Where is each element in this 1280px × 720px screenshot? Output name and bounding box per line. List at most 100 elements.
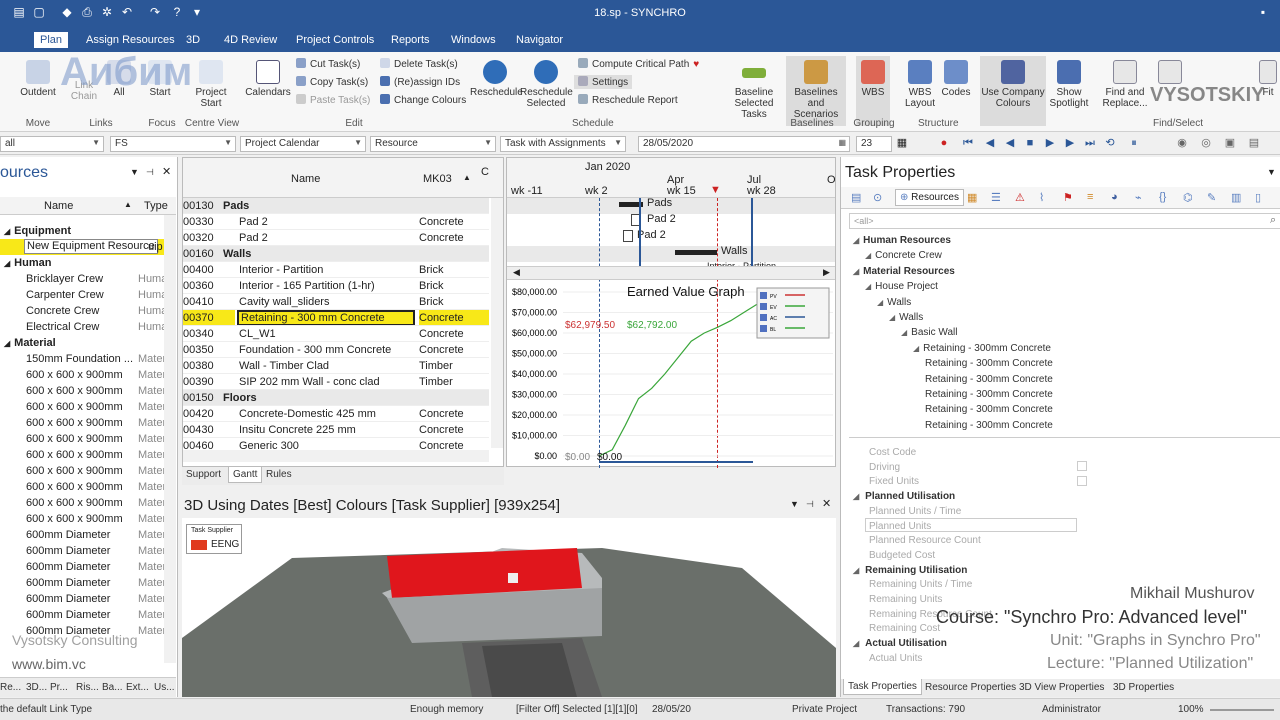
wbs-layout-button[interactable]: WBS Layout: [900, 60, 940, 109]
property-row[interactable]: Planned Resource Count: [869, 535, 981, 546]
tab-ris-short[interactable]: Ris...: [76, 682, 99, 693]
menu-plan[interactable]: Plan: [34, 32, 69, 48]
baselines-scenarios-button[interactable]: Baselines and Scenarios: [786, 56, 846, 126]
select-all-button[interactable]: [1150, 60, 1190, 87]
tab-3d-view-properties[interactable]: 3D View Properties: [1019, 682, 1104, 693]
resource-combo[interactable]: Resource ▼: [370, 136, 496, 152]
stop-icon[interactable]: ■: [1024, 137, 1036, 149]
tasks-scrollbar[interactable]: [491, 198, 503, 448]
skip-start-icon[interactable]: ⏮: [962, 137, 974, 149]
tab-pr-short[interactable]: Pr...: [50, 682, 68, 693]
resource-row-selected[interactable]: New Equipment Resource uip: [0, 239, 164, 255]
change-colours-button[interactable]: Change Colours: [380, 94, 466, 106]
tab-resources[interactable]: ⊕ Resources: [895, 189, 964, 206]
tab-resources-short[interactable]: Re...: [0, 682, 21, 693]
lock-icon[interactable]: ▣: [1224, 137, 1236, 149]
menu-assign-resources[interactable]: Assign Resources: [86, 34, 175, 46]
minimize-icon[interactable]: ▪: [1256, 5, 1270, 19]
chevron-down-icon[interactable]: ◢: [865, 251, 871, 260]
resource-row[interactable]: Concrete Crew Huma: [0, 303, 164, 319]
scroll-right-icon[interactable]: ▶: [823, 267, 830, 278]
tab-rules[interactable]: Rules: [266, 469, 292, 480]
chevron-down-icon[interactable]: ◢: [889, 313, 895, 322]
resource-row[interactable]: Electrical Crew Huma: [0, 319, 164, 335]
doc-icon[interactable]: ▯: [1255, 191, 1261, 204]
paste-task-button[interactable]: Paste Task(s): [296, 94, 370, 106]
chevron-down-icon[interactable]: ◢: [853, 267, 859, 276]
filter-combo[interactable]: all ▼: [0, 136, 104, 152]
link-type-combo[interactable]: FS ▼: [110, 136, 236, 152]
pane-menu-icon[interactable]: ▼: [790, 499, 799, 509]
resource-group[interactable]: ◢ Human: [0, 255, 176, 271]
reschedule-report-button[interactable]: Reschedule Report: [578, 94, 678, 106]
resource-row[interactable]: Bricklayer Crew Huma: [0, 271, 164, 287]
assignments-combo[interactable]: Task with Assignments ▼: [500, 136, 626, 152]
chevron-down-icon[interactable]: ◢: [4, 227, 10, 236]
property-row[interactable]: Actual Units: [869, 653, 922, 664]
delete-task-button[interactable]: Delete Task(s): [380, 58, 458, 70]
tab-support[interactable]: Support: [186, 469, 221, 480]
reschedule-selected-button[interactable]: Reschedule Selected: [520, 60, 573, 109]
warning-icon[interactable]: ⚠: [1015, 191, 1025, 204]
task-row[interactable]: 00410 Cavity wall_sliders Brick: [183, 294, 489, 310]
graph-icon[interactable]: ⌁: [1135, 191, 1142, 204]
tab-3d-properties[interactable]: 3D Properties: [1113, 682, 1174, 693]
find-replace-button[interactable]: Find and Replace...: [1100, 60, 1150, 109]
task-row[interactable]: 00380 Wall - Timber Clad Timber: [183, 358, 489, 374]
options-icon[interactable]: ▤: [1248, 137, 1260, 149]
resource-row[interactable]: 600 x 600 x 900mm Mater: [0, 495, 164, 511]
skip-end-icon[interactable]: ⏭: [1084, 137, 1096, 149]
camera-icon[interactable]: ◎: [1200, 137, 1212, 149]
col-c-header[interactable]: C: [481, 166, 489, 178]
resource-row[interactable]: 600 x 600 x 900mm Mater: [0, 463, 164, 479]
property-row[interactable]: Fixed Units: [869, 476, 919, 487]
calendar-prop-icon[interactable]: ▦: [967, 191, 977, 204]
chevron-down-icon[interactable]: ◢: [853, 492, 859, 501]
outdent-button[interactable]: Outdent: [18, 60, 58, 98]
pane-menu-icon[interactable]: ▼: [130, 167, 139, 177]
driving-checkbox[interactable]: [1077, 461, 1087, 471]
calendars-button[interactable]: Calendars: [244, 60, 292, 98]
close-icon[interactable]: ✕: [162, 165, 171, 178]
property-row[interactable]: Planned Units / Time: [869, 506, 961, 517]
grid-view-icon[interactable]: ▤: [851, 191, 861, 204]
resource-row[interactable]: 600 x 600 x 900mm Mater: [0, 431, 164, 447]
menu-reports[interactable]: Reports: [391, 34, 430, 46]
task-name[interactable]: Insitu Concrete 225 mm: [237, 422, 415, 437]
task-name[interactable]: Pad 2: [237, 214, 415, 229]
resource-row[interactable]: 600 x 600 x 900mm Mater: [0, 399, 164, 415]
chevron-down-icon[interactable]: ◢: [4, 339, 10, 348]
fixed-units-checkbox[interactable]: [1077, 476, 1087, 486]
resources-tree-node[interactable]: ◢ Retaining - 300mm Concrete: [913, 343, 1051, 354]
task-row[interactable]: 00330 Pad 2 Concrete: [183, 214, 489, 230]
task-row[interactable]: 00160 Walls: [183, 246, 489, 262]
tab-resource-properties[interactable]: Resource Properties: [925, 682, 1016, 693]
show-spotlight-button[interactable]: Show Spotlight: [1046, 60, 1092, 109]
wbs-button[interactable]: WBS: [856, 56, 890, 126]
task-row[interactable]: 00360 Interior - 165 Partition (1-hr) Bric…: [183, 278, 489, 294]
date-picker[interactable]: 28/05/2020 ▦: [638, 136, 850, 152]
task-row[interactable]: 00400 Interior - Partition Brick: [183, 262, 489, 278]
task-name[interactable]: Pad 2: [237, 230, 415, 245]
link-icon[interactable]: ⊙: [873, 191, 882, 204]
gantt-bar-pad-2b[interactable]: [623, 230, 633, 242]
close-icon[interactable]: ✕: [822, 497, 831, 510]
loop-icon[interactable]: ⟲: [1104, 137, 1116, 149]
property-row[interactable]: Cost Code: [869, 447, 916, 458]
property-row[interactable]: Remaining Units: [869, 594, 942, 605]
resources-tree-node[interactable]: ◢ Walls: [877, 297, 911, 308]
tasks-hscrollbar[interactable]: [183, 450, 489, 462]
resource-row[interactable]: Carpenter Crew Huma: [0, 287, 164, 303]
stack-icon[interactable]: ≡: [1087, 191, 1093, 203]
reassign-ids-button[interactable]: (Re)assign IDs: [380, 76, 460, 88]
next-icon[interactable]: ▶: [1064, 137, 1076, 149]
resources-tree-node[interactable]: Retaining - 300mm Concrete: [925, 404, 1053, 415]
task-row[interactable]: 00340 CL_W1 Concrete: [183, 326, 489, 342]
record-icon[interactable]: ●: [938, 137, 950, 149]
task-row[interactable]: 00130 Pads: [183, 198, 489, 214]
task-row[interactable]: 00150 Floors: [183, 390, 489, 406]
zoom-slider[interactable]: [1210, 709, 1274, 711]
note-icon[interactable]: ✎: [1207, 191, 1216, 204]
resources-tree-node[interactable]: ◢ House Project: [865, 281, 938, 292]
chevron-down-icon[interactable]: ◢: [4, 259, 10, 268]
